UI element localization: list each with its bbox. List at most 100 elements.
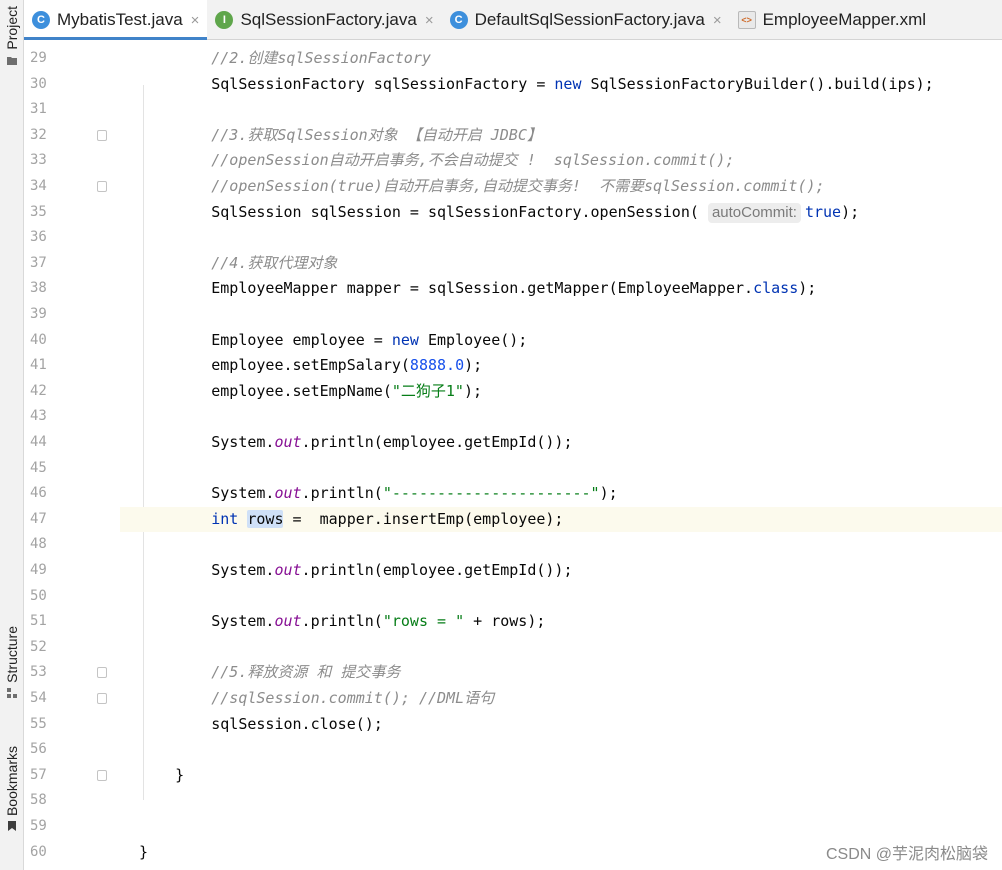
code-token: "rows = " (382, 612, 465, 631)
code-token: EmployeeMapper mapper = sqlSession.getMa… (211, 279, 754, 298)
gutter-row[interactable]: 31 (24, 97, 120, 123)
code-line[interactable]: System.out.println("--------------------… (120, 481, 1002, 507)
gutter-row[interactable]: 45 (24, 456, 120, 482)
gutter-row[interactable]: 55 (24, 712, 120, 738)
gutter-row[interactable]: 33 (24, 148, 120, 174)
close-icon[interactable]: × (191, 12, 200, 29)
code-line[interactable] (120, 814, 1002, 840)
code-token: "二狗子1" (391, 381, 464, 400)
gutter-row[interactable]: 42 (24, 379, 120, 405)
code-token: } (175, 765, 185, 784)
code-line[interactable] (120, 737, 1002, 763)
code-token: ); (841, 202, 860, 221)
gutter-row[interactable]: 39 (24, 302, 120, 328)
structure-icon (7, 687, 17, 698)
gutter-row[interactable]: 35 (24, 200, 120, 226)
code-line[interactable]: //openSession自动开启事务,不会自动提交 ! sqlSession.… (120, 148, 1002, 174)
code-token: //4.获取代理对象 (211, 253, 338, 272)
gutter-row[interactable]: 50 (24, 584, 120, 610)
gutter-row[interactable]: 56 (24, 737, 120, 763)
fold-marker-icon[interactable] (97, 667, 107, 679)
code-editor[interactable]: //2.创建sqlSessionFactory SqlSessionFactory… (120, 40, 1002, 870)
gutter-row[interactable]: 60 (24, 840, 120, 866)
fold-marker-icon[interactable] (97, 181, 107, 192)
gutter-row[interactable]: 59 (24, 814, 120, 840)
gutter-row[interactable]: 32 (24, 123, 120, 149)
gutter-row[interactable]: 43 (24, 404, 120, 430)
gutter-row[interactable]: 37 (24, 251, 120, 277)
structure-tool-button[interactable]: Structure (0, 626, 24, 699)
code-line[interactable] (120, 404, 1002, 430)
line-number: 50 (30, 587, 47, 604)
code-line[interactable]: //5.释放资源 和 提交事务 (120, 660, 1002, 686)
code-line[interactable]: } (120, 763, 1002, 789)
code-line[interactable]: SqlSession sqlSession = sqlSessionFactor… (120, 200, 1002, 226)
code-token: employee.setEmpName( (211, 381, 392, 400)
close-icon[interactable]: × (425, 12, 434, 29)
close-icon[interactable]: × (713, 12, 722, 29)
code-line[interactable] (120, 532, 1002, 558)
fold-marker-icon[interactable] (97, 769, 107, 781)
gutter-row[interactable]: 53 (24, 660, 120, 686)
code-line[interactable]: sqlSession.close(); (120, 712, 1002, 738)
gutter-row[interactable]: 47 (24, 507, 120, 533)
fold-marker-icon[interactable] (97, 693, 107, 704)
gutter-row[interactable]: 30 (24, 72, 120, 98)
code-line[interactable]: System.out.println(employee.getEmpId()); (120, 558, 1002, 584)
code-line[interactable]: System.out.println("rows = " + rows); (120, 609, 1002, 635)
gutter-row[interactable]: 54 (24, 686, 120, 712)
gutter-row[interactable]: 36 (24, 225, 120, 251)
code-line[interactable]: //openSession(true)自动开启事务,自动提交事务! 不需要sql… (120, 174, 1002, 200)
tool-window-strip: Project Structure Bookmarks (0, 0, 24, 870)
tab-sqlsessionfactory[interactable]: I SqlSessionFactory.java × (207, 0, 441, 40)
code-line[interactable]: //4.获取代理对象 (120, 251, 1002, 277)
code-line[interactable]: //sqlSession.commit(); //DML语句 (120, 686, 1002, 712)
gutter-row[interactable]: 46 (24, 481, 120, 507)
code-line[interactable] (120, 788, 1002, 814)
gutter-row[interactable]: 40 (24, 328, 120, 354)
code-token: int (211, 509, 239, 528)
code-line[interactable]: employee.setEmpSalary(8888.0); (120, 353, 1002, 379)
project-tool-button[interactable]: Project (0, 6, 24, 66)
code-line[interactable]: //3.获取SqlSession对象 【自动开启 JDBC】 (120, 123, 1002, 149)
tab-mybatistest[interactable]: C MybatisTest.java × (24, 0, 208, 40)
watermark: CSDN @芋泥肉松脑袋 (825, 846, 988, 863)
bookmarks-tool-button[interactable]: Bookmarks (0, 746, 24, 832)
code-line[interactable] (120, 97, 1002, 123)
code-line[interactable]: EmployeeMapper mapper = sqlSession.getMa… (120, 276, 1002, 302)
code-line[interactable]: System.out.println(employee.getEmpId()); (120, 430, 1002, 456)
code-line[interactable]: //2.创建sqlSessionFactory (120, 46, 1002, 72)
code-line[interactable] (120, 302, 1002, 328)
gutter-row[interactable]: 41 (24, 353, 120, 379)
code-line[interactable] (120, 225, 1002, 251)
code-line[interactable] (120, 456, 1002, 482)
editor-gutter[interactable]: 29 30 31 32 33 34 35 36 37 38 39 40 41 42 43 44 45 46 47 48… (24, 40, 120, 870)
code-token: new (554, 74, 582, 93)
line-number: 57 (30, 766, 47, 783)
code-line[interactable]: SqlSessionFactory sqlSessionFactory = ne… (120, 72, 1002, 98)
gutter-row[interactable]: 29 (24, 46, 120, 72)
gutter-row[interactable]: 48 (24, 532, 120, 558)
code-line[interactable]: Employee employee = new Employee(); (120, 328, 1002, 354)
tab-defaultsqlsessionfactory[interactable]: C DefaultSqlSessionFactory.java × (442, 0, 730, 40)
gutter-row[interactable]: 58 (24, 788, 120, 814)
gutter-row[interactable]: 34 (24, 174, 120, 200)
gutter-row[interactable]: 51 (24, 609, 120, 635)
code-line[interactable] (120, 584, 1002, 610)
code-line[interactable] (120, 635, 1002, 661)
gutter-row[interactable]: 52 (24, 635, 120, 661)
line-number: 39 (30, 306, 47, 322)
code-line[interactable]: employee.setEmpName("二狗子1"); (120, 379, 1002, 405)
gutter-row[interactable]: 44 (24, 430, 120, 456)
line-number: 52 (30, 638, 47, 655)
code-token: new (391, 330, 419, 349)
code-line[interactable]: int rows = mapper.insertEmp(employee); (120, 506, 1002, 533)
gutter-row[interactable]: 38 (24, 276, 120, 302)
fold-marker-icon[interactable] (97, 129, 107, 141)
gutter-row[interactable]: 57 (24, 763, 120, 789)
line-number: 55 (30, 715, 47, 732)
gutter-row[interactable]: 49 (24, 558, 120, 584)
java-class-icon: C (32, 11, 50, 29)
line-number: 38 (30, 280, 47, 297)
tab-employeemapper-xml[interactable]: <> EmployeeMapper.xml (730, 0, 934, 40)
